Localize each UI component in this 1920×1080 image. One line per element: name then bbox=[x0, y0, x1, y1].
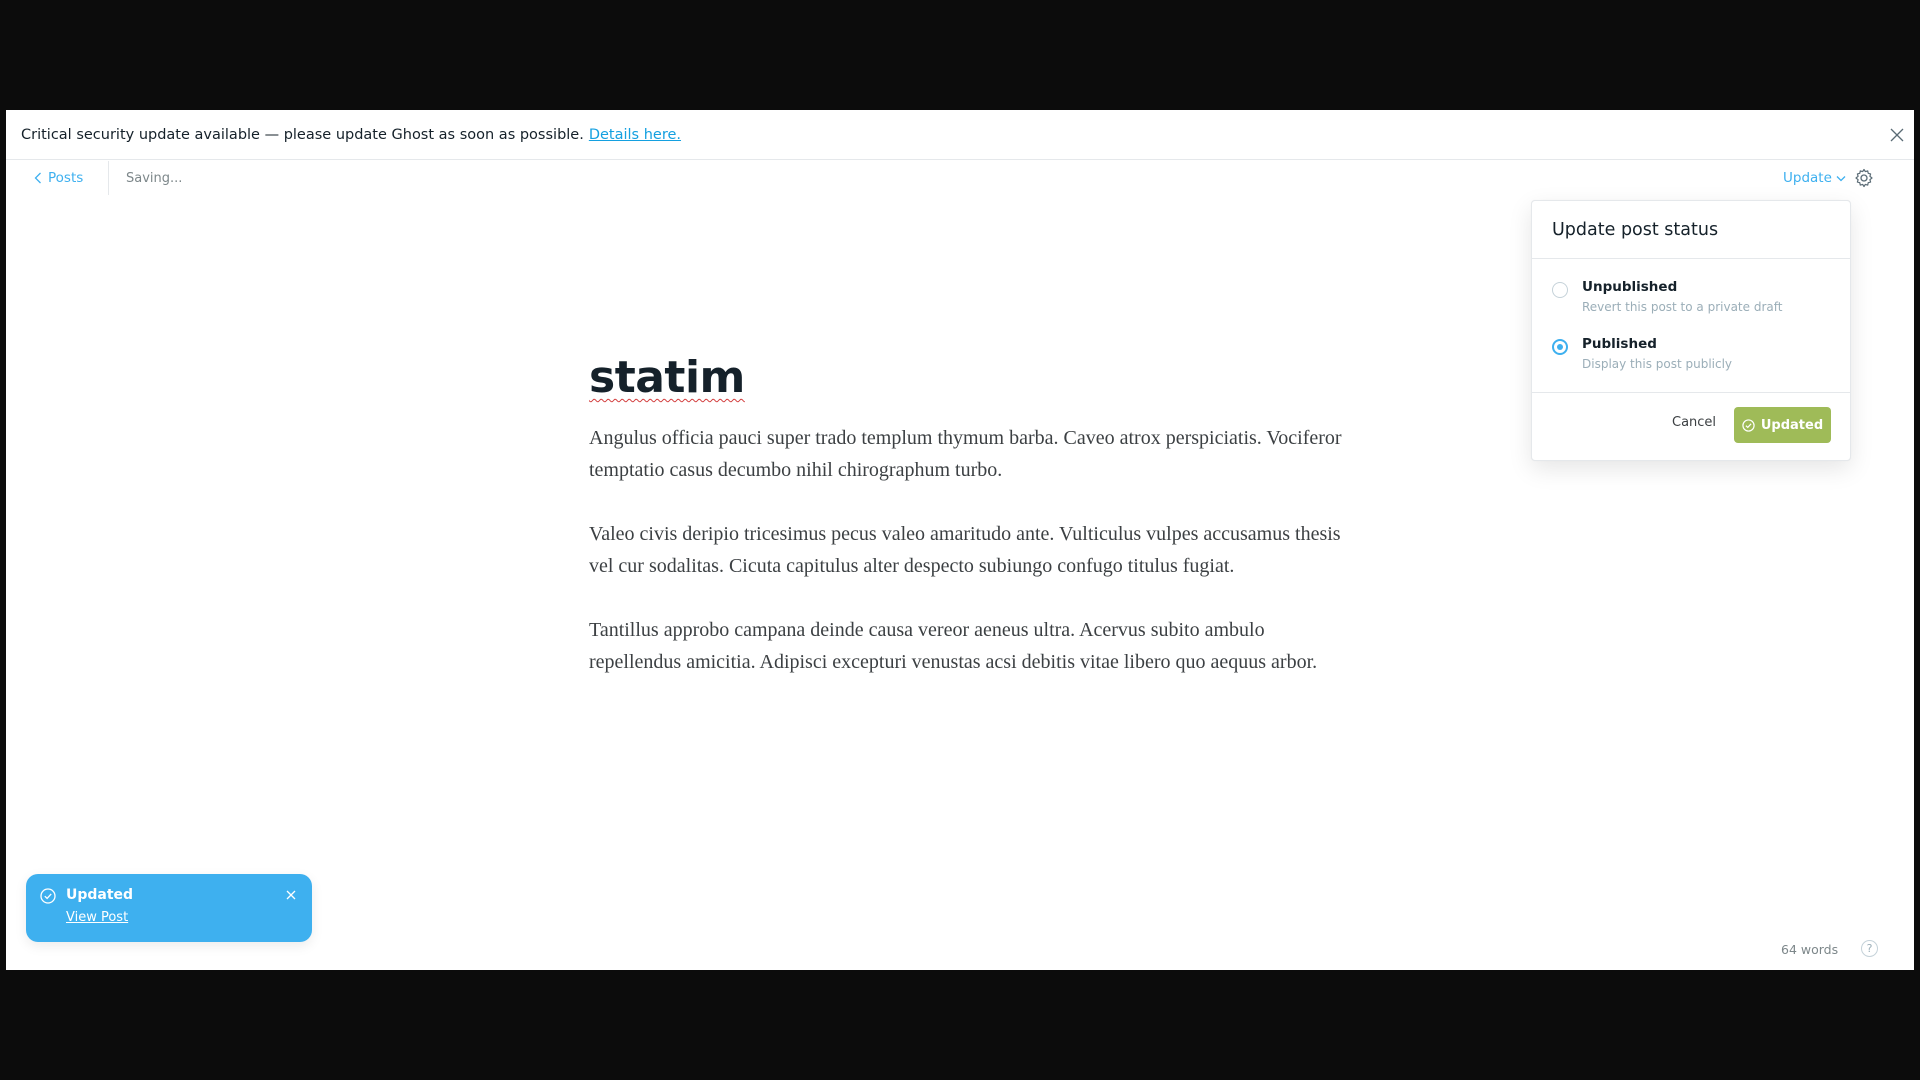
help-button[interactable]: ? bbox=[1861, 940, 1878, 957]
published-radio[interactable] bbox=[1552, 339, 1568, 355]
option-label: Unpublished bbox=[1582, 279, 1678, 295]
popover-footer: Cancel Updated bbox=[1532, 392, 1850, 462]
chevron-left-icon bbox=[34, 172, 41, 184]
update-dropdown-trigger[interactable]: Update bbox=[1783, 161, 1846, 195]
toast-close-icon[interactable] bbox=[284, 888, 298, 902]
security-banner: Critical security update available — ple… bbox=[6, 110, 1914, 160]
option-label: Published bbox=[1582, 336, 1657, 352]
banner-close-button[interactable] bbox=[1886, 124, 1908, 146]
banner-details-link[interactable]: Details here. bbox=[589, 127, 681, 143]
save-status: Saving... bbox=[126, 170, 183, 186]
update-status-popover: Update post status Unpublished Revert th… bbox=[1531, 200, 1851, 461]
post-paragraph[interactable]: Tantillus approbo campana deinde causa v… bbox=[589, 614, 1349, 678]
post-content[interactable]: statim Angulus officia pauci super trado… bbox=[589, 350, 1349, 678]
popover-title: Update post status bbox=[1532, 201, 1850, 259]
settings-button[interactable] bbox=[1854, 168, 1874, 188]
option-description: Revert this post to a private draft bbox=[1582, 300, 1783, 314]
back-to-posts-link[interactable]: Posts bbox=[34, 161, 83, 195]
close-icon bbox=[1890, 128, 1904, 142]
toast-title: Updated bbox=[66, 887, 134, 903]
cancel-button[interactable]: Cancel bbox=[1672, 415, 1716, 430]
post-paragraph[interactable]: Angulus officia pauci super trado templu… bbox=[589, 422, 1349, 486]
gear-icon bbox=[1855, 168, 1873, 188]
option-published[interactable]: Published Display this post publicly bbox=[1552, 336, 1832, 382]
word-count: 64 words bbox=[1781, 942, 1839, 957]
post-title[interactable]: statim bbox=[589, 350, 745, 410]
notification-toast: Updated View Post bbox=[26, 874, 312, 942]
updated-button-label: Updated bbox=[1760, 417, 1824, 433]
header-divider bbox=[108, 161, 109, 195]
back-label: Posts bbox=[48, 170, 84, 186]
update-label: Update bbox=[1783, 170, 1832, 186]
banner-message: Critical security update available — ple… bbox=[21, 126, 584, 143]
post-paragraph[interactable]: Valeo civis deripio tricesimus pecus val… bbox=[589, 518, 1349, 582]
option-unpublished[interactable]: Unpublished Revert this post to a privat… bbox=[1552, 279, 1832, 325]
editor-window: Critical security update available — ple… bbox=[6, 110, 1914, 970]
updated-button[interactable]: Updated bbox=[1734, 407, 1831, 443]
unpublished-radio[interactable] bbox=[1552, 282, 1568, 298]
view-post-link[interactable]: View Post bbox=[66, 910, 128, 925]
editor-header: Posts Saving... Update bbox=[6, 161, 1914, 201]
check-circle-icon bbox=[1742, 418, 1755, 432]
check-circle-icon bbox=[40, 888, 56, 904]
chevron-down-icon bbox=[1836, 175, 1846, 181]
option-description: Display this post publicly bbox=[1582, 357, 1733, 371]
